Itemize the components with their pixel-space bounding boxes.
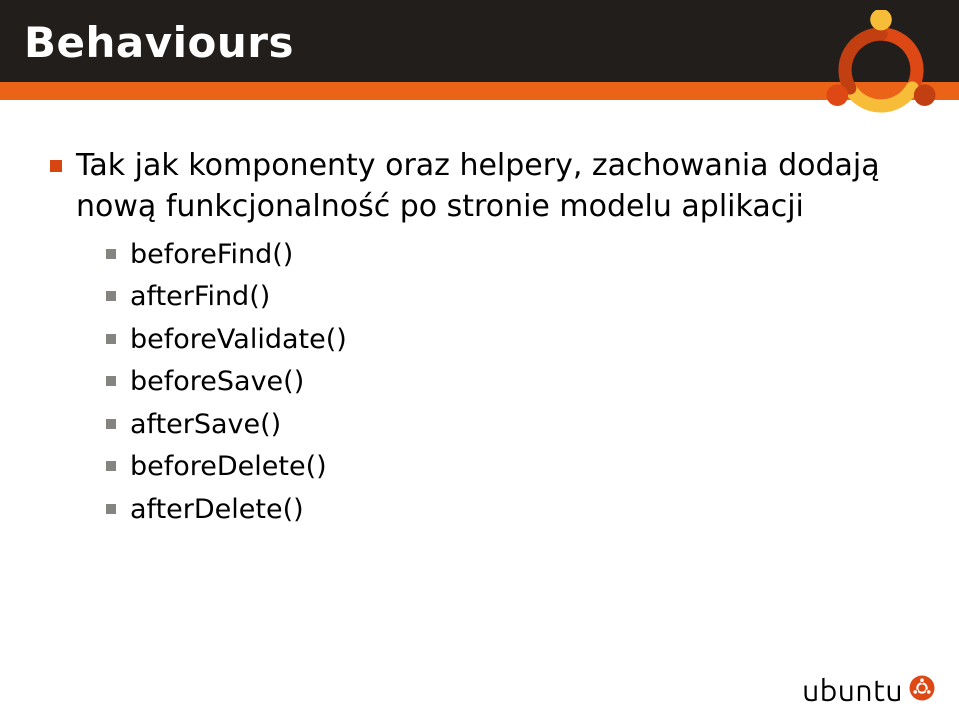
sublist-item-label: afterFind() (130, 281, 270, 312)
slide-title: Behaviours (24, 18, 294, 67)
bullet-text: Tak jak komponenty oraz helpery, zachowa… (76, 148, 880, 224)
header: Behaviours (0, 0, 959, 100)
bullet-level1: Tak jak komponenty oraz helpery, zachowa… (48, 146, 911, 227)
bullet-level2: afterSave() (104, 407, 911, 443)
sublist-item-label: afterSave() (130, 409, 281, 440)
sublist: beforeFind() afterFind() beforeValidate(… (104, 237, 911, 528)
bullet-level2: beforeFind() (104, 237, 911, 273)
ubuntu-logo-small-icon (909, 675, 935, 705)
bullet-level2: beforeSave() (104, 364, 911, 400)
sublist-item-label: beforeValidate() (130, 324, 347, 355)
footer: ubuntu (802, 673, 935, 707)
bullet-level2: beforeDelete() (104, 449, 911, 485)
bullet-level2: afterFind() (104, 279, 911, 315)
bullet-level2: beforeValidate() (104, 322, 911, 358)
header-orange-strip (0, 82, 959, 100)
bullet-level2: afterDelete() (104, 492, 911, 528)
content-area: Tak jak komponenty oraz helpery, zachowa… (48, 146, 911, 534)
slide: Behaviours (0, 0, 959, 719)
sublist-item-label: afterDelete() (130, 494, 304, 525)
sublist-item-label: beforeSave() (130, 366, 304, 397)
sublist-item-label: beforeDelete() (130, 451, 327, 482)
ubuntu-wordmark: ubuntu (802, 673, 903, 707)
sublist-item-label: beforeFind() (130, 239, 293, 270)
ubuntu-logo-icon (821, 10, 941, 130)
